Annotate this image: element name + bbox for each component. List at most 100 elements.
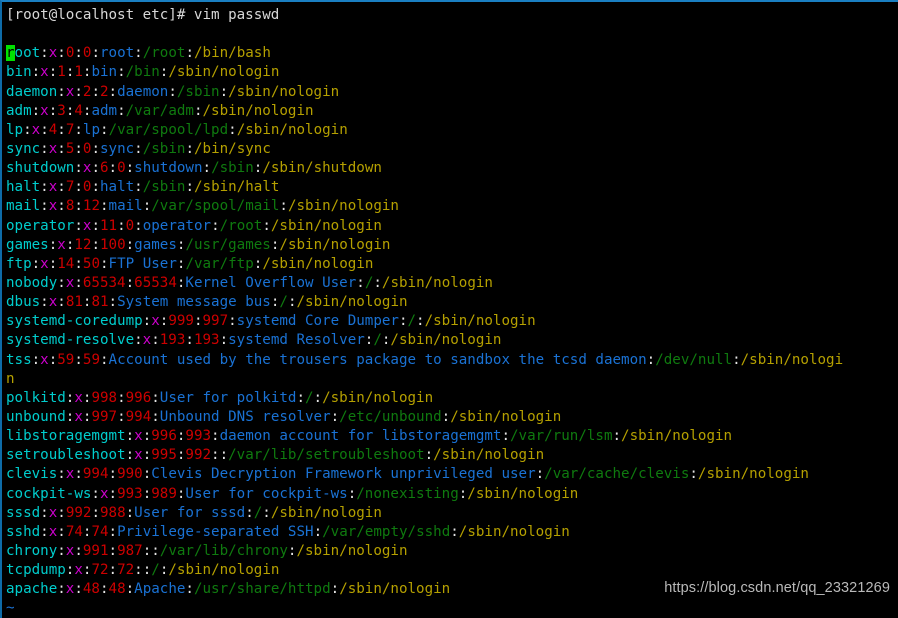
passwd-line: n xyxy=(6,370,896,389)
passwd-line: operator:x:11:0:operator:/root:/sbin/nol… xyxy=(6,217,896,236)
passwd-field: : xyxy=(74,217,83,234)
passwd-field: : xyxy=(48,102,58,119)
passwd-field: 12 xyxy=(74,236,92,253)
passwd-line: sshd:x:74:74:Privilege-separated SSH:/va… xyxy=(6,523,896,542)
passwd-field: /sbin/nologin xyxy=(296,294,408,311)
passwd-field: : xyxy=(142,485,152,502)
passwd-field: /usr/share/httpd xyxy=(193,581,331,598)
passwd-field: x xyxy=(134,428,143,445)
passwd-field: dbus xyxy=(6,294,41,311)
passwd-field: polkitd xyxy=(6,389,66,406)
passwd-field: x xyxy=(151,313,160,330)
passwd-field: : xyxy=(100,351,109,368)
passwd-field: 50 xyxy=(82,255,100,272)
passwd-field: sshd xyxy=(6,523,41,540)
passwd-field: x xyxy=(134,447,143,464)
passwd-field: : xyxy=(74,274,83,291)
passwd-line: tss:x:59:59:Account used by the trousers… xyxy=(6,351,896,370)
passwd-field: games xyxy=(6,236,49,253)
passwd-field: n xyxy=(6,370,15,387)
passwd-field: /bin/bash xyxy=(193,45,271,62)
passwd-field: User for polkitd xyxy=(159,389,297,406)
passwd-field: : xyxy=(91,217,100,234)
passwd-field: 990 xyxy=(117,466,143,483)
passwd-field: setroubleshoot xyxy=(6,447,126,464)
passwd-field: Apache xyxy=(134,581,186,598)
passwd-field: : xyxy=(142,313,152,330)
passwd-field: : xyxy=(108,294,118,311)
passwd-field: Privilege-separated SSH xyxy=(117,523,314,540)
passwd-field: /usr/games xyxy=(185,236,271,253)
passwd-field: /sbin/nologin xyxy=(458,523,570,540)
passwd-field: : xyxy=(142,447,152,464)
passwd-field: : xyxy=(151,408,160,425)
passwd-field: : xyxy=(74,160,83,177)
passwd-field: /var/lib/setroubleshoot xyxy=(228,447,425,464)
passwd-field: : xyxy=(74,198,83,215)
passwd-field: 0 xyxy=(125,217,135,234)
passwd-field: : xyxy=(168,83,177,100)
passwd-field: 59 xyxy=(57,351,75,368)
passwd-field: : xyxy=(74,83,83,100)
passwd-line: root:x:0:0:root:/root:/bin/bash xyxy=(6,44,896,63)
passwd-field: adm xyxy=(91,102,118,119)
passwd-field: halt xyxy=(6,179,41,196)
passwd-field: : xyxy=(193,102,203,119)
passwd-field: 81 xyxy=(91,294,109,311)
passwd-field: /var/ftp xyxy=(185,255,254,272)
passwd-field: /sbin xyxy=(211,160,254,177)
passwd-field: 993 xyxy=(185,428,212,445)
passwd-field: : xyxy=(74,581,83,598)
passwd-line: daemon:x:2:2:daemon:/sbin:/sbin/nologin xyxy=(6,83,896,102)
passwd-field: chrony xyxy=(6,542,58,559)
passwd-field: 989 xyxy=(151,485,177,502)
passwd-field: 1 xyxy=(74,64,83,81)
passwd-field: / xyxy=(407,313,417,330)
passwd-field: : xyxy=(356,274,365,291)
passwd-field: : xyxy=(108,466,118,483)
tilde-icon: ~ xyxy=(6,600,15,617)
shell-prompt-line: [root@localhost etc]# vim passwd xyxy=(6,6,896,25)
passwd-field: /sbin/nologin xyxy=(467,485,579,502)
passwd-field: : xyxy=(40,121,49,138)
passwd-field: operator xyxy=(142,217,212,234)
passwd-line: halt:x:7:0:halt:/sbin:/sbin/halt xyxy=(6,178,896,197)
passwd-field: : xyxy=(151,332,160,349)
passwd-field: /var/adm xyxy=(125,102,194,119)
passwd-field: : xyxy=(228,121,237,138)
passwd-field: /root xyxy=(219,217,263,234)
passwd-field: : xyxy=(57,121,66,138)
passwd-field: : xyxy=(185,332,194,349)
passwd-field: x xyxy=(48,198,58,215)
passwd-field: : xyxy=(23,121,32,138)
passwd-field: /sbin/nologin xyxy=(433,447,545,464)
passwd-field: : xyxy=(142,562,152,579)
passwd-field: : xyxy=(279,198,288,215)
passwd-line: mail:x:8:12:mail:/var/spool/mail:/sbin/n… xyxy=(6,197,896,216)
passwd-field: : xyxy=(31,351,41,368)
passwd-field: 1 xyxy=(57,64,66,81)
passwd-field: x xyxy=(48,294,58,311)
passwd-field: : xyxy=(108,562,118,579)
passwd-field: : xyxy=(74,121,83,138)
passwd-field: : xyxy=(313,523,323,540)
passwd-field: 4 xyxy=(74,102,83,119)
passwd-field: ftp xyxy=(6,255,32,272)
passwd-field: oot xyxy=(14,45,41,62)
passwd-field: : xyxy=(458,485,468,502)
passwd-line: setroubleshoot:x:995:992::/var/lib/setro… xyxy=(6,446,896,465)
passwd-field: : xyxy=(57,294,66,311)
passwd-field: : xyxy=(347,485,357,502)
passwd-line: sssd:x:992:988:User for sssd:/:/sbin/nol… xyxy=(6,504,896,523)
passwd-field: User for sssd xyxy=(134,504,246,521)
terminal-window[interactable]: [root@localhost etc]# vim passwd root:x:… xyxy=(0,0,898,618)
passwd-field: : xyxy=(40,140,49,157)
passwd-line: cockpit-ws:x:993:989:User for cockpit-ws… xyxy=(6,485,896,504)
terminal-screen[interactable]: [root@localhost etc]# vim passwd root:x:… xyxy=(6,6,896,618)
passwd-field: lp xyxy=(82,121,101,138)
passwd-field: : xyxy=(125,160,135,177)
passwd-field: : xyxy=(424,447,434,464)
passwd-field: : xyxy=(142,542,152,559)
passwd-field: User for cockpit-ws xyxy=(185,485,348,502)
